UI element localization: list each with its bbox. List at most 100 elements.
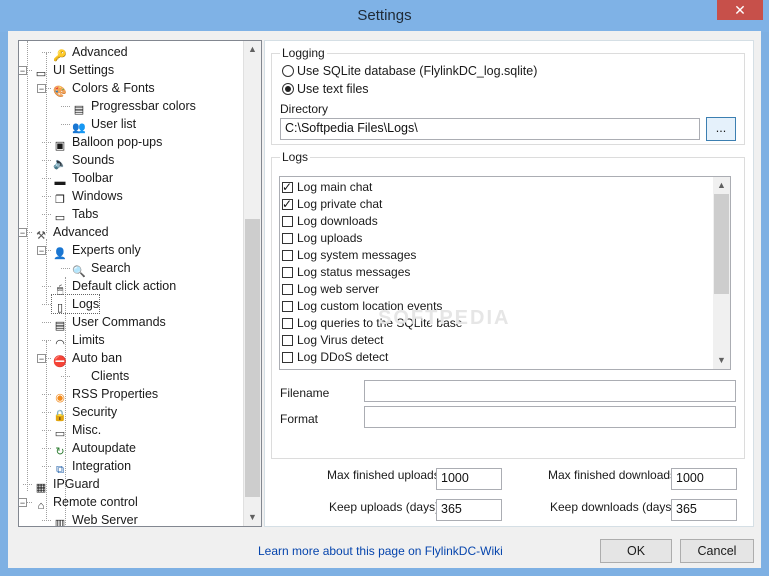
close-button[interactable]: ✕ [717, 0, 763, 20]
tree-item-integration[interactable]: ⧉ Integration [52, 457, 132, 476]
tree-scroll-thumb[interactable] [245, 219, 260, 497]
log-option-log-downloads[interactable]: Log downloads [282, 213, 378, 230]
text-files-radio-label: Use text files [297, 82, 369, 96]
collapse-toggle-icon[interactable]: − [37, 84, 46, 94]
max-uploads-input[interactable]: 1000 [436, 468, 502, 490]
logs-list-scrollbar[interactable]: ▲ ▼ [713, 177, 730, 369]
tree-item-autoupdate[interactable]: ↻ Autoupdate [52, 439, 136, 458]
tree-item-label: Sounds [72, 153, 115, 167]
tree-item-sounds[interactable]: 🔈 Sounds [52, 151, 115, 170]
keep-downloads-label: Keep downloads (days) [550, 500, 676, 514]
tree-connector [42, 520, 51, 521]
tree-scrollbar[interactable]: ▲ ▼ [243, 41, 261, 526]
log-option-log-uploads[interactable]: Log uploads [282, 230, 362, 247]
log-checkbox[interactable] [282, 196, 293, 213]
cancel-button[interactable]: Cancel [680, 539, 754, 563]
logs-list[interactable]: Log DDoS detect Log Virus detect Log queri… [279, 176, 731, 370]
tree-connector [42, 466, 51, 467]
log-checkbox[interactable] [282, 335, 293, 346]
tree-item-balloon-pop-ups[interactable]: ▣ Balloon pop-ups [52, 133, 163, 152]
collapse-toggle-icon[interactable]: − [19, 228, 27, 238]
browse-button[interactable]: ... [706, 117, 736, 141]
tree-item-label: Security [72, 405, 118, 419]
sqlite-radio-option[interactable]: Use SQLite database (FlylinkDC_log.sqlit… [282, 63, 537, 79]
tree-item-label: Experts only [72, 243, 141, 257]
tree-item-ui-settings[interactable]: ▭ UI Settings [33, 61, 114, 80]
log-checkbox[interactable] [282, 267, 293, 278]
tree-item-auto-ban[interactable]: ⛔ Auto ban [52, 349, 122, 368]
sqlite-radio-label: Use SQLite database (FlylinkDC_log.sqlit… [297, 64, 538, 78]
tree-connector [61, 124, 70, 125]
keep-uploads-input[interactable]: 365 [436, 499, 502, 521]
log-checkbox[interactable] [282, 233, 293, 244]
tree-item-advanced[interactable]: 🔑 Advanced [52, 43, 127, 62]
collapse-toggle-icon[interactable]: − [37, 354, 46, 364]
directory-label: Directory [280, 102, 329, 116]
list-scroll-down-icon[interactable]: ▼ [713, 352, 730, 369]
tree-item-toolbar[interactable]: ▬ Toolbar [52, 169, 114, 188]
title-bar[interactable]: Settings ✕ [0, 0, 769, 32]
tree-item-label: Search [91, 261, 131, 275]
sqlite-radio[interactable] [282, 65, 294, 77]
collapse-toggle-icon[interactable]: − [19, 498, 27, 508]
log-checkbox[interactable] [282, 179, 293, 196]
tree-item-label: Integration [72, 459, 132, 473]
tree-item-colors-fonts[interactable]: 🎨 Colors & Fonts [52, 79, 155, 98]
tree-item-ipguard[interactable]: ▦ IPGuard [33, 475, 100, 494]
log-option-log-ddos-detect[interactable]: Log DDoS detect [282, 349, 388, 366]
tree-item-windows[interactable]: ❐ Windows [52, 187, 123, 206]
format-label: Format [280, 412, 319, 426]
tree-item-default-click-action[interactable]: 🖱 Default click action [52, 277, 177, 296]
collapse-toggle-icon[interactable]: − [19, 66, 27, 76]
text-files-radio-option[interactable]: Use text files [282, 81, 369, 97]
wiki-help-link[interactable]: Learn more about this page on FlylinkDC-… [258, 544, 503, 558]
log-option-log-status-messages[interactable]: Log status messages [282, 264, 410, 281]
tree-item-progressbar-colors[interactable]: ▤ Progressbar colors [71, 97, 196, 116]
log-checkbox[interactable] [282, 284, 293, 295]
tree-item-tabs[interactable]: ▭ Tabs [52, 205, 99, 224]
directory-input[interactable]: C:\Softpedia Files\Logs\ [280, 118, 700, 140]
tree-item-misc-[interactable]: ▭ Misc. [52, 421, 101, 440]
filename-label: Filename [280, 386, 330, 400]
tree-item-advanced[interactable]: ⚒ Advanced [33, 223, 109, 242]
tree-item-search[interactable]: 🔍 Search [71, 259, 131, 278]
tree-connector [42, 304, 51, 305]
log-checkbox[interactable] [282, 250, 293, 261]
log-option-log-main-chat[interactable]: Log main chat [282, 179, 372, 196]
format-input[interactable] [364, 406, 736, 428]
collapse-toggle-icon[interactable]: − [37, 246, 46, 256]
text-files-radio[interactable] [282, 83, 294, 95]
log-option-log-web-server[interactable]: Log web server [282, 281, 379, 298]
log-option-label: Log Virus detect [297, 333, 384, 347]
log-option-log-private-chat[interactable]: Log private chat [282, 196, 382, 213]
list-scroll-thumb[interactable] [714, 194, 729, 294]
logging-group: Logging Use SQLite database (FlylinkDC_l… [271, 46, 745, 145]
log-checkbox[interactable] [282, 318, 293, 329]
tree-item-remote-control[interactable]: ⌂ Remote control [33, 493, 138, 512]
tree-item-web-server[interactable]: ▥ Web Server [52, 511, 138, 526]
list-scroll-up-icon[interactable]: ▲ [713, 177, 730, 194]
ok-button[interactable]: OK [600, 539, 672, 563]
log-checkbox[interactable] [282, 352, 293, 363]
tree-item-security[interactable]: 🔒 Security [52, 403, 118, 422]
filename-input[interactable] [364, 380, 736, 402]
log-option-log-virus-detect[interactable]: Log Virus detect [282, 332, 384, 349]
tree-item-logs[interactable]: ▯ Logs [50, 294, 101, 314]
max-downloads-input[interactable]: 1000 [671, 468, 737, 490]
settings-tree[interactable]: ▲ ▼ 🔑 Advanced ▭ UI Settings − 🎨 Colors & Font… [18, 40, 262, 527]
tree-item-user-commands[interactable]: ▤ User Commands [52, 313, 166, 332]
scroll-down-icon[interactable]: ▼ [244, 509, 261, 526]
tree-item-experts-only[interactable]: 👤 Experts only [52, 241, 141, 260]
tree-item-label: Default click action [72, 279, 177, 293]
tree-item-label: User Commands [72, 315, 166, 329]
tree-item-clients[interactable]: Clients [71, 367, 129, 385]
log-checkbox[interactable] [282, 216, 293, 227]
log-checkbox[interactable] [282, 301, 293, 312]
scroll-up-icon[interactable]: ▲ [244, 41, 261, 58]
tree-item-user-list[interactable]: 👥 User list [71, 115, 136, 134]
tree-item-rss-properties[interactable]: ◉ RSS Properties [52, 385, 158, 404]
log-option-log-system-messages[interactable]: Log system messages [282, 247, 416, 264]
window-icon: ▭ [35, 68, 47, 80]
tree-item-limits[interactable]: ◠ Limits [52, 331, 104, 350]
keep-downloads-input[interactable]: 365 [671, 499, 737, 521]
